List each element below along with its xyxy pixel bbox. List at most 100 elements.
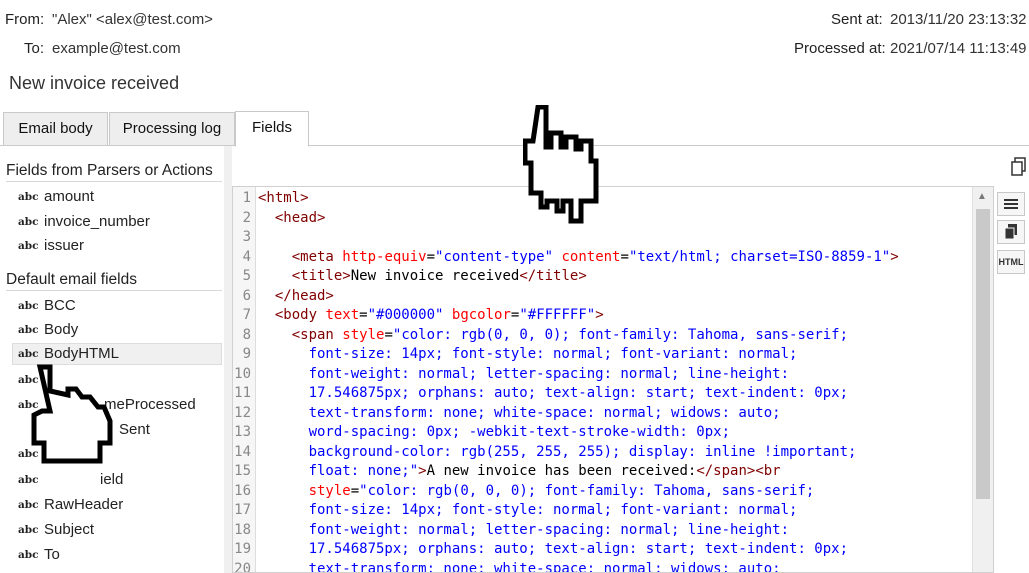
- code-line: <body text="#000000" bgcolor="#FFFFFF">: [274, 307, 604, 323]
- field-name: To: [44, 546, 60, 563]
- text-type-icon: abc: [18, 499, 39, 511]
- line-number: 20: [234, 560, 251, 573]
- line-number: 17: [234, 502, 251, 518]
- from-label: From:: [5, 11, 45, 28]
- code-viewer[interactable]: 1 2 3 4 5 6 7 8 9 10 11 12 13 14 15 16 1…: [232, 186, 994, 573]
- from-value: "Alex" <alex@test.com>: [52, 11, 213, 28]
- scrollbar-thumb[interactable]: [976, 209, 990, 499]
- code-line: background-color: rgb(255, 255, 255); di…: [258, 443, 857, 460]
- hand-pointer-icon: [18, 363, 114, 481]
- code-line: style="color: rgb(0, 0, 0); font-family:…: [308, 482, 815, 499]
- code-line: 17.546875px; orphans: auto; text-align: …: [258, 385, 849, 401]
- view-html-button[interactable]: HTML: [997, 250, 1025, 274]
- line-number: 8: [242, 326, 251, 343]
- hand-pointer-icon: [523, 105, 619, 227]
- field-item-issuer[interactable]: abc issuer: [12, 235, 222, 257]
- line-number: 6: [242, 287, 251, 304]
- field-name: meProcessed: [104, 396, 196, 413]
- field-name: Sent: [119, 421, 150, 438]
- line-number: 5: [242, 268, 251, 284]
- text-type-icon: abc: [18, 300, 39, 312]
- processed-label: Processed at:: [794, 40, 886, 57]
- field-item-invoice-number[interactable]: abc invoice_number: [12, 211, 222, 233]
- field-item-bcc[interactable]: abc BCC: [12, 295, 222, 317]
- line-number: 16: [234, 482, 251, 499]
- code-line: font-size: 14px; font-style: normal; fon…: [258, 502, 798, 518]
- copy-icon[interactable]: [1010, 157, 1028, 177]
- line-number: 3: [242, 229, 251, 245]
- line-number: 2: [242, 209, 251, 226]
- line-number: 4: [242, 248, 251, 265]
- line-number: 1: [242, 190, 251, 206]
- text-type-icon: abc: [18, 216, 39, 228]
- code-line: font-weight: normal; letter-spacing: nor…: [258, 521, 790, 538]
- group-parser-fields-title: Fields from Parsers or Actions: [6, 162, 213, 179]
- code-line: 17.546875px; orphans: auto; text-align: …: [258, 541, 849, 557]
- field-name: Subject: [44, 521, 95, 538]
- field-name: BCC: [44, 297, 76, 314]
- line-number: 10: [234, 365, 251, 382]
- sent-label: Sent at:: [831, 11, 883, 28]
- code-scrollbar[interactable]: ▲: [972, 187, 993, 572]
- tab-email-body[interactable]: Email body: [3, 112, 108, 146]
- tab-fields[interactable]: Fields: [235, 111, 309, 147]
- line-number: 18: [234, 521, 251, 538]
- menu-button[interactable]: [997, 192, 1025, 216]
- text-type-icon: abc: [18, 549, 39, 561]
- field-name: issuer: [44, 237, 85, 254]
- field-name: invoice_number: [44, 213, 150, 230]
- code-line: font-weight: normal; letter-spacing: nor…: [258, 365, 790, 382]
- tab-fields-label: Fields: [251, 119, 292, 136]
- code-line: font-size: 14px; font-style: normal; fon…: [258, 346, 798, 362]
- tab-processing-log-label: Processing log: [122, 120, 222, 137]
- line-number: 14: [234, 443, 251, 460]
- code-line: <html>: [258, 190, 309, 206]
- sent-value: 2013/11/20 23:13:32: [890, 11, 1027, 28]
- email-subject: New invoice received: [9, 73, 180, 93]
- code-line: word-spacing: 0px; -webkit-text-stroke-w…: [258, 424, 731, 440]
- text-type-icon: abc: [18, 348, 39, 360]
- code-line: text-transform: none; white-space: norma…: [258, 404, 781, 421]
- field-name: BodyHTML: [44, 345, 120, 362]
- text-type-icon: abc: [18, 240, 39, 252]
- to-label: To:: [24, 40, 45, 57]
- field-item-bodyhtml[interactable]: abc BodyHTML: [12, 343, 222, 365]
- group-divider: [6, 181, 222, 182]
- line-number: 13: [234, 424, 251, 440]
- code-line: <head>: [274, 209, 326, 226]
- line-number: 9: [242, 346, 251, 362]
- line-number: 12: [234, 404, 251, 421]
- scroll-up-arrow-icon[interactable]: ▲: [977, 191, 987, 202]
- text-type-icon: abc: [18, 524, 39, 536]
- text-type-icon: abc: [18, 191, 39, 203]
- line-number-gutter: 1 2 3 4 5 6 7 8 9 10 11 12 13 14 15 16 1…: [233, 187, 256, 572]
- field-name: amount: [44, 188, 95, 205]
- tab-processing-log[interactable]: Processing log: [109, 112, 235, 146]
- code-line: <title>New invoice received</title>: [291, 268, 587, 284]
- copy-all-button[interactable]: [997, 220, 1025, 244]
- hamburger-menu-icon: [1004, 199, 1018, 209]
- group-default-fields-title: Default email fields: [6, 271, 137, 288]
- code-line: text-transform: none; white-space: norma…: [258, 560, 781, 573]
- tab-email-body-label: Email body: [18, 120, 93, 137]
- line-number: 7: [242, 307, 251, 323]
- code-line: <span style="color: rgb(0, 0, 0); font-f…: [291, 326, 849, 343]
- field-name: Body: [44, 321, 79, 338]
- line-number: 11: [234, 385, 251, 401]
- field-item-subject[interactable]: abc Subject: [12, 519, 222, 541]
- line-number: 15: [234, 463, 251, 479]
- field-name: RawHeader: [44, 496, 124, 513]
- copy-all-icon: [1004, 224, 1017, 240]
- code-line: float: none;">A new invoice has been rec…: [258, 463, 781, 479]
- line-number: 19: [234, 541, 251, 557]
- text-type-icon: abc: [18, 324, 39, 336]
- field-item-amount[interactable]: abc amount: [12, 186, 222, 208]
- code-line: <meta http-equiv="content-type" content=…: [291, 248, 899, 265]
- field-item-body[interactable]: abc Body: [12, 319, 222, 341]
- field-item-to[interactable]: abc To: [12, 544, 222, 566]
- to-value: example@test.com: [52, 40, 181, 57]
- field-item-rawheader[interactable]: abc RawHeader: [12, 494, 222, 516]
- group-divider: [6, 290, 222, 291]
- html-button-label: HTML: [998, 257, 1024, 267]
- panel-splitter[interactable]: [224, 146, 232, 573]
